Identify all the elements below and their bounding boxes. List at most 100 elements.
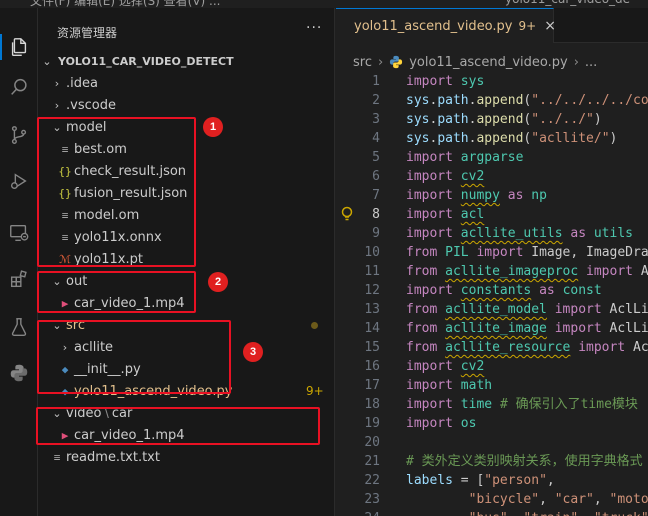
chevron-right-icon: › [54, 76, 60, 90]
tab-bar: yolo11_ascend_video.py 9+ × [336, 8, 648, 43]
code-line[interactable]: 11 from acllite_imageproc import Ac [336, 262, 648, 281]
code-line[interactable]: 21 # 类外定义类别映射关系，使用字典格式 [336, 452, 648, 471]
title-bar: 文件(F) 编辑(E) 选择(S) 查看(V) ... yolo11_car_v… [0, 0, 648, 8]
menu-bar[interactable]: 文件(F) 编辑(E) 选择(S) 查看(V) ... [30, 0, 220, 8]
files-icon[interactable] [0, 28, 38, 66]
json-icon: {} [58, 186, 72, 200]
tree-item-video-car-folder[interactable]: ⌄ video \ car [38, 402, 334, 424]
pytorch-icon: ℳ [59, 252, 71, 266]
tree-item-file[interactable]: {} check_result.json [38, 160, 334, 182]
code-line[interactable]: 22 labels = ["person", [336, 471, 648, 490]
tree-item-file[interactable]: ≡ model.om [38, 204, 334, 226]
code-text: from acllite_image import AclLit [406, 321, 648, 336]
breadcrumb-folder[interactable]: src [353, 55, 372, 70]
code-text: import acl [406, 207, 485, 222]
code-text: sys.path.append("acllite/") [406, 131, 618, 146]
tree-item-file[interactable]: {} fusion_result.json [38, 182, 334, 204]
code-line[interactable]: 6 import cv2 [336, 167, 648, 186]
code-text: import time # 确保引入了time模块 [406, 397, 638, 412]
code-text: from PIL import Image, ImageDraw [406, 245, 648, 260]
code-text: import cv2 [406, 169, 485, 184]
breadcrumb-symbols[interactable]: ... [585, 55, 597, 70]
python-icon[interactable] [0, 354, 38, 392]
run-debug-icon[interactable] [0, 162, 38, 200]
chevron-right-icon: › [54, 98, 60, 112]
tree-item-file[interactable]: ▶ car_video_1.mp4 [38, 292, 334, 314]
code-text: sys.path.append("../../../../com [406, 93, 648, 108]
testing-icon[interactable] [0, 308, 38, 346]
video-play-icon: ▶ [61, 296, 69, 310]
python-file-icon: ◆ [61, 362, 69, 376]
code-line[interactable]: 7 import numpy as np [336, 186, 648, 205]
window-title: yolo11_car_video_de [505, 0, 630, 6]
tree-item-file[interactable]: ≡ yolo11x.onnx [38, 226, 334, 248]
code-text: import math [406, 378, 493, 393]
code-line[interactable]: 24 "bus", "train", "truck" [336, 509, 648, 516]
line-number: 14 [364, 321, 380, 336]
tree-item-file[interactable]: ▶ car_video_1.mp4 [38, 424, 334, 446]
line-number: 16 [364, 359, 380, 374]
explorer-header: 资源管理器 [57, 26, 118, 40]
code-line[interactable]: 8 import acl [336, 205, 648, 224]
tree-item-file[interactable]: ≡ best.om [38, 138, 334, 160]
chevron-down-icon: ⌄ [52, 120, 62, 134]
code-line[interactable]: 13 from acllite_model import AclLit [336, 300, 648, 319]
code-text: # 类外定义类别映射关系，使用字典格式 [406, 454, 643, 469]
tree-item-model-folder[interactable]: ⌄ model [38, 116, 334, 138]
tree-item-file[interactable]: ≡ readme.txt.txt [38, 446, 334, 468]
remote-explorer-icon[interactable] [0, 214, 38, 252]
tree-item-acllite-folder[interactable]: › acllite [38, 336, 334, 358]
code-text: "bicycle", "car", "motor [468, 492, 648, 507]
problems-badge: 9+ [306, 384, 324, 398]
code-line[interactable]: 20 [336, 433, 648, 452]
line-number: 1 [372, 74, 380, 89]
annotation-number-2: 2 [208, 272, 228, 292]
line-number: 22 [364, 473, 380, 488]
line-number: 7 [372, 188, 380, 203]
code-line[interactable]: 4 sys.path.append("acllite/") [336, 129, 648, 148]
search-icon[interactable] [0, 68, 38, 106]
code-line[interactable]: 5 import argparse [336, 148, 648, 167]
code-line[interactable]: 23 "bicycle", "car", "motor [336, 490, 648, 509]
extensions-icon[interactable] [0, 260, 38, 298]
explorer-more-button[interactable]: ··· [306, 20, 322, 36]
tree-item-file[interactable]: ◆ __init__.py [38, 358, 334, 380]
breadcrumb: src › yolo11_ascend_video.py › ... [336, 52, 597, 72]
tree-item-vscode[interactable]: › .vscode [38, 94, 334, 116]
code-text: from acllite_resource import Acl [406, 340, 648, 355]
explorer-root-folder[interactable]: ⌄ YOLO11_CAR_VIDEO_DETECT [38, 50, 334, 72]
chevron-down-icon: ⌄ [52, 274, 62, 288]
code-line[interactable]: 19 import os [336, 414, 648, 433]
lightbulb-icon[interactable] [340, 206, 354, 222]
line-number: 23 [364, 492, 380, 507]
line-number: 10 [364, 245, 380, 260]
chevron-down-icon: ⌄ [52, 406, 62, 420]
code-line[interactable]: 15 from acllite_resource import Acl [336, 338, 648, 357]
code-line[interactable]: 2 sys.path.append("../../../../com [336, 91, 648, 110]
tree-item-out-folder[interactable]: ⌄ out [38, 270, 334, 292]
breadcrumb-file[interactable]: yolo11_ascend_video.py [409, 55, 568, 70]
code-line[interactable]: 14 from acllite_image import AclLit [336, 319, 648, 338]
code-line[interactable]: 10 from PIL import Image, ImageDraw [336, 243, 648, 262]
activity-bar [0, 8, 38, 516]
code-line[interactable]: 18 import time # 确保引入了time模块 [336, 395, 648, 414]
code-line[interactable]: 16 import cv2 [336, 357, 648, 376]
source-control-icon[interactable] [0, 116, 38, 154]
close-icon[interactable]: × [544, 18, 556, 34]
line-number: 15 [364, 340, 380, 355]
code-text: import cv2 [406, 359, 485, 374]
annotation-number-1: 1 [203, 117, 223, 137]
python-file-icon [390, 55, 403, 69]
code-line[interactable]: 3 sys.path.append("../../") [336, 110, 648, 129]
tree-item-file[interactable]: ◆ yolo11_ascend_video.py 9+ [38, 380, 334, 402]
code-line[interactable]: 9 import acllite_utils as utils [336, 224, 648, 243]
editor-area: yolo11_ascend_video.py 9+ × src › yolo11… [336, 8, 648, 516]
code-line[interactable]: 12 import constants as const [336, 281, 648, 300]
tab-yolo11-ascend-video[interactable]: yolo11_ascend_video.py 9+ × [336, 8, 556, 43]
code-line[interactable]: 1 import sys [336, 72, 648, 91]
code-line[interactable]: 17 import math [336, 376, 648, 395]
line-number: 20 [364, 435, 380, 450]
tree-item-file[interactable]: ℳ yolo11x.pt [38, 248, 334, 270]
tree-item-src-folder[interactable]: ⌄ src [38, 314, 334, 336]
tree-item-idea[interactable]: › .idea [38, 72, 334, 94]
